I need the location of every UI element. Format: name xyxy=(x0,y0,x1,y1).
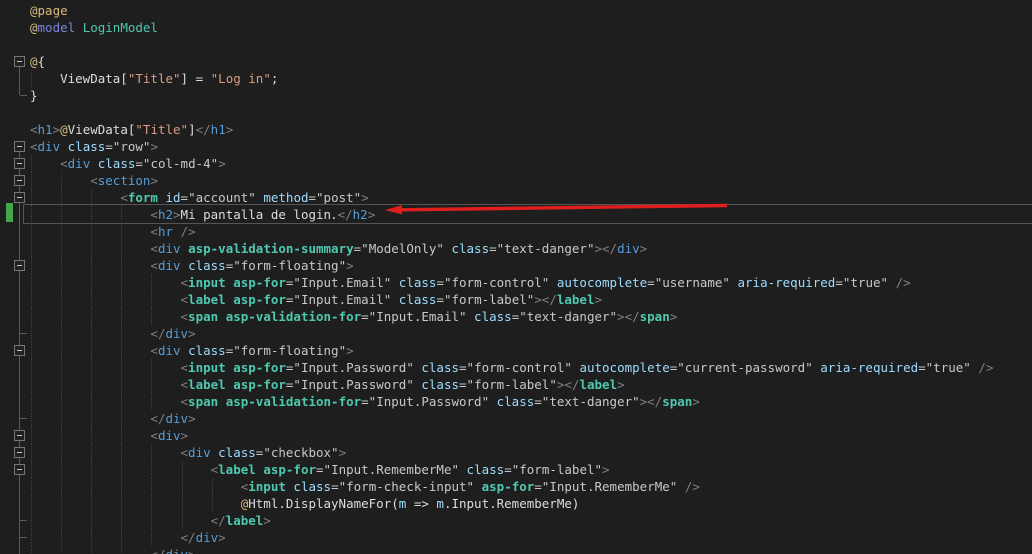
code-line[interactable]: <span asp-validation-for="Input.Email" c… xyxy=(0,308,1032,325)
code-line[interactable]: } xyxy=(0,87,1032,104)
code-line[interactable] xyxy=(0,36,1032,53)
code-line[interactable]: @page xyxy=(0,2,1032,19)
code-line[interactable]: <h1>@ViewData["Title"]</h1> xyxy=(0,121,1032,138)
code-line[interactable]: <input asp-for="Input.Email" class="form… xyxy=(0,274,1032,291)
code-line[interactable] xyxy=(0,104,1032,121)
code-line[interactable]: <label asp-for="Input.Password" class="f… xyxy=(0,376,1032,393)
code-line[interactable]: <div class="checkbox"> xyxy=(0,444,1032,461)
code-line[interactable]: <div class="form-floating"> xyxy=(0,342,1032,359)
code-line[interactable]: ViewData["Title"] = "Log in"; xyxy=(0,70,1032,87)
code-line[interactable]: @{ xyxy=(0,53,1032,70)
code-line[interactable]: <input asp-for="Input.Password" class="f… xyxy=(0,359,1032,376)
code-line[interactable]: <span asp-validation-for="Input.Password… xyxy=(0,393,1032,410)
code-line[interactable]: <div class="form-floating"> xyxy=(0,257,1032,274)
code-line[interactable]: <div asp-validation-summary="ModelOnly" … xyxy=(0,240,1032,257)
code-line[interactable]: </div> xyxy=(0,325,1032,342)
code-line[interactable]: <section> xyxy=(0,172,1032,189)
code-line[interactable]: <div class="col-md-4"> xyxy=(0,155,1032,172)
code-line[interactable]: </div> xyxy=(0,410,1032,427)
code-line[interactable]: <input class="form-check-input" asp-for=… xyxy=(0,478,1032,495)
code-line[interactable]: @Html.DisplayNameFor(m => m.Input.Rememb… xyxy=(0,495,1032,512)
code-editor: @page@model LoginModel @{ ViewData["Title… xyxy=(0,0,1032,554)
code-line[interactable]: </label> xyxy=(0,512,1032,529)
code-line[interactable]: <div class="row"> xyxy=(0,138,1032,155)
code-area[interactable]: @page@model LoginModel @{ ViewData["Title… xyxy=(0,2,1032,554)
code-line[interactable]: @model LoginModel xyxy=(0,19,1032,36)
code-line[interactable]: <div> xyxy=(0,427,1032,444)
code-line[interactable]: </div> xyxy=(0,546,1032,554)
code-line[interactable]: <label asp-for="Input.Email" class="form… xyxy=(0,291,1032,308)
code-line[interactable]: <hr /> xyxy=(0,223,1032,240)
code-line[interactable]: <form id="account" method="post"> xyxy=(0,189,1032,206)
code-line[interactable]: <h2>Mi pantalla de login.</h2> xyxy=(0,206,1032,223)
code-line[interactable]: <label asp-for="Input.RememberMe" class=… xyxy=(0,461,1032,478)
code-line[interactable]: </div> xyxy=(0,529,1032,546)
